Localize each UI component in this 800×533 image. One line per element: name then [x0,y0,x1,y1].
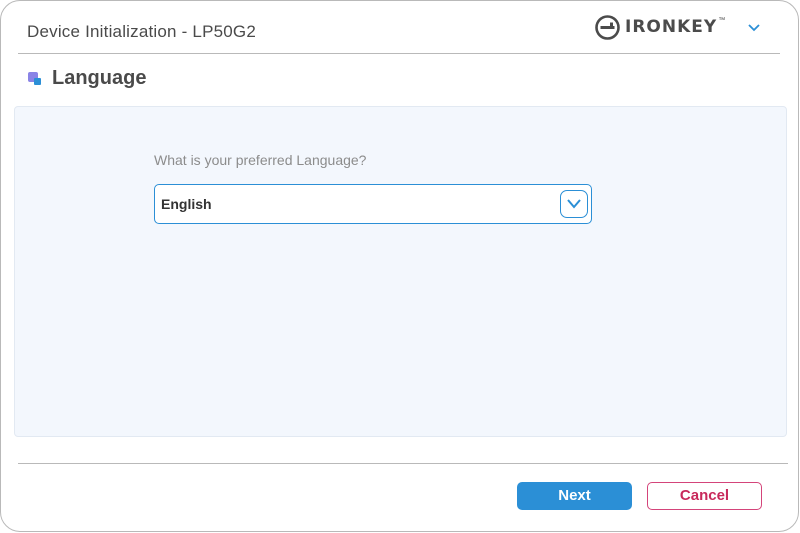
chevron-down-icon [567,199,581,209]
title-divider [18,53,780,54]
ironkey-key-logo-icon [595,14,620,40]
language-select-value: English [161,196,212,212]
section-title: Language [52,66,147,89]
brand-name: IRONKEY [625,17,718,37]
footer-divider [18,463,788,464]
language-dropdown-button[interactable] [560,190,588,218]
language-prompt: What is your preferred Language? [154,152,367,168]
cancel-button[interactable]: Cancel [647,482,762,510]
chevron-down-icon[interactable] [747,23,761,33]
ironkey-brand[interactable]: IRONKEY ™ [594,14,725,40]
language-icon [28,72,41,85]
language-select[interactable]: English [154,184,592,224]
title-bar: Device Initialization - LP50G2 IRONKEY ™ [1,1,798,53]
window-title: Device Initialization - LP50G2 [27,22,257,41]
device-initialization-window: Device Initialization - LP50G2 IRONKEY ™… [0,0,799,532]
brand-trademark: ™ [718,17,726,24]
section-header: Language [27,65,146,91]
next-button[interactable]: Next [517,482,632,510]
content-panel: What is your preferred Language? English [14,106,787,437]
